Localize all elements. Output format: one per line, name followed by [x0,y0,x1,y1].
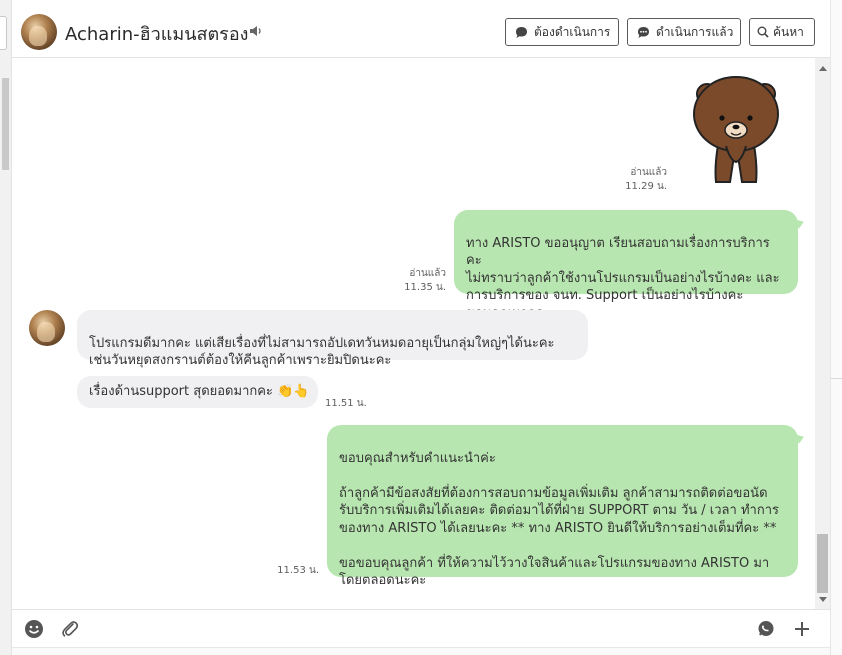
message-text: เรื่องด้านsupport สุดยอดมากคะ 👏👆 [89,384,310,399]
left-panel-edge [0,0,12,655]
sender-avatar[interactable] [29,310,65,346]
left-scrollbar-thumb[interactable] [2,78,9,170]
scroll-up-arrow[interactable] [819,66,827,71]
read-receipt-1: อ่านแล้ว 11.29 น. [600,166,667,194]
read-label: อ่านแล้ว [409,268,446,279]
emoji-icon [25,620,43,638]
chat-bubble-icon [638,26,649,38]
add-button[interactable] [791,618,813,640]
composer-toolbar [12,609,830,647]
outgoing-message-bubble[interactable]: ทาง ARISTO ขออนุญาต เรียนสอบถามเรื่องการ… [454,210,806,321]
search-label: ค้นหา [773,24,804,39]
composer-input-edge[interactable] [12,647,830,655]
chat-bubble-icon [516,26,527,38]
incoming-message-bubble[interactable]: เรื่องด้านsupport สุดยอดมากคะ 👏👆 [77,376,318,408]
paperclip-icon [62,621,79,637]
message-text: โปรแกรมดีมากคะ แต่เสียเรื่องที่ไม่สามารถ… [89,335,555,369]
search-button[interactable]: ค้นหา [749,18,815,46]
emoji-button[interactable] [23,618,45,640]
left-panel-tab[interactable] [0,16,7,50]
outgoing-message-bubble[interactable]: ขอบคุณสำหรับคำแนะนำค่ะ ถ้าลูกค้ามีข้อสงส… [327,425,806,588]
message-time: 11.35 น. [404,282,446,293]
chat-template-icon [758,621,774,636]
contact-avatar[interactable] [21,14,57,50]
chat-template-button[interactable] [755,618,777,640]
right-panel-edge [830,0,842,655]
message-text: ทาง ARISTO ขออนุญาต เรียนสอบถามเรื่องการ… [466,235,780,321]
message-time: 11.53 น. [277,565,319,576]
plus-icon [795,622,809,636]
read-receipt-2: อ่านแล้ว 11.35 น. [379,267,446,295]
speaker-icon[interactable] [249,24,263,38]
chat-header: Acharin-ฮิวแมนสตรอง ต้องดำเนินการ ดำเนิน… [12,7,830,58]
completed-action-label: ดำเนินการแล้ว [656,24,734,39]
search-icon [757,26,769,38]
incoming-message-bubble[interactable]: โปรแกรมดีมากคะ แต่เสียเรื่องที่ไม่สามารถ… [77,310,588,368]
read-label: อ่านแล้ว [630,167,667,178]
right-divider [831,378,842,379]
contact-name: Acharin-ฮิวแมนสตรอง [65,24,249,45]
attach-file-button[interactable] [59,618,81,640]
pending-action-button[interactable]: ต้องดำเนินการ [505,18,619,46]
message-scrollbar-thumb[interactable] [817,534,828,593]
message-time: 11.51 น. [325,398,367,409]
pending-action-label: ต้องดำเนินการ [534,24,611,39]
message-scrollbar[interactable] [815,58,830,609]
brown-bear-sticker[interactable] [690,74,782,188]
scroll-down-arrow[interactable] [819,597,827,602]
completed-action-button[interactable]: ดำเนินการแล้ว [627,18,741,46]
message-time: 11.29 น. [625,181,667,192]
message-text: ขอบคุณสำหรับคำแนะนำค่ะ ถ้าลูกค้ามีข้อสงส… [339,450,779,589]
